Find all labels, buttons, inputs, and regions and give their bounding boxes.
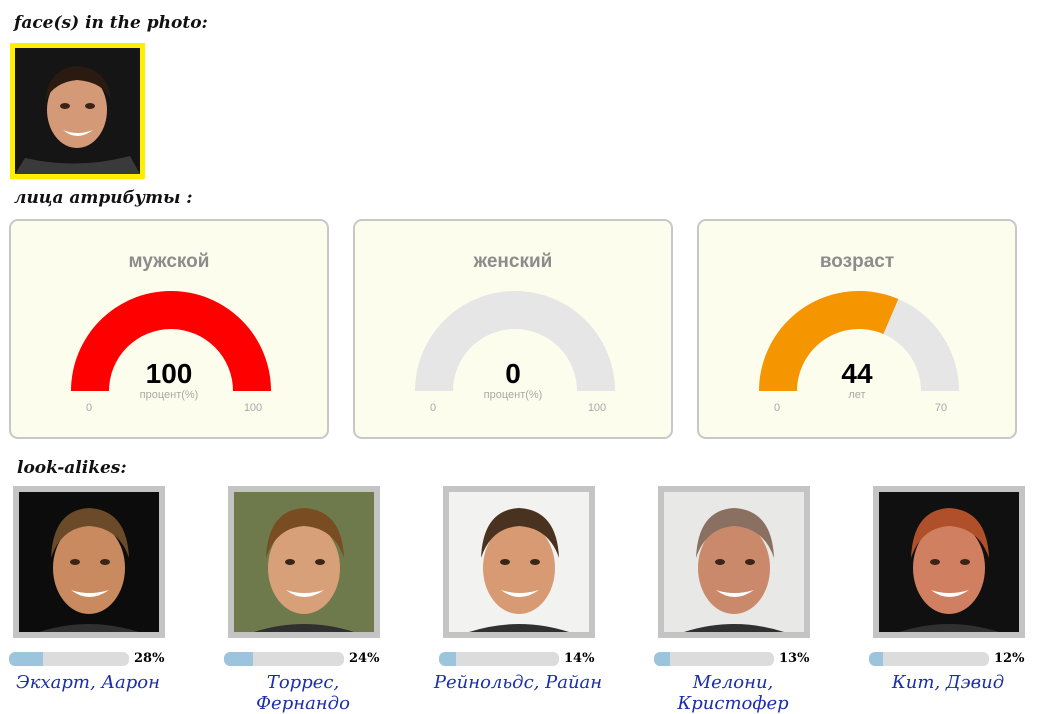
lookalike-card: 14% Рейнольдс, Райан xyxy=(434,486,633,713)
similarity-bar xyxy=(439,652,559,666)
gauge-value: 44 xyxy=(841,358,873,389)
lookalike-photo[interactable] xyxy=(664,492,804,632)
similarity-percent: 28% xyxy=(134,651,165,666)
gauge-dial xyxy=(759,291,959,391)
lookalike-name-link[interactable]: Торрес, Фернандо xyxy=(218,672,388,714)
gauge-value: 0 xyxy=(505,358,521,389)
gauge-dial xyxy=(415,291,615,391)
lookalike-photo[interactable] xyxy=(19,492,159,632)
lookalikes-heading: look-alikes: xyxy=(17,458,127,478)
lookalike-frame[interactable] xyxy=(228,486,380,638)
lookalike-name-link[interactable]: Мелони, Кристофер xyxy=(648,672,818,714)
lookalike-name-link[interactable]: Кит, Дэвид xyxy=(863,672,1033,693)
gauge-male: мужской 100 процент(%) 0 100 xyxy=(9,219,329,439)
gauge-max: 100 xyxy=(243,402,263,414)
similarity-bar xyxy=(224,652,344,666)
lookalike-photo[interactable] xyxy=(879,492,1019,632)
gauge-female: женский 0 процент(%) 0 100 xyxy=(353,219,673,439)
detected-face-thumbnail[interactable] xyxy=(10,43,145,179)
gauge-max: 70 xyxy=(934,402,948,414)
similarity-bar-fill xyxy=(654,652,670,666)
gauge-min: 0 xyxy=(773,402,781,414)
faces-heading: face(s) in the photo: xyxy=(14,13,208,33)
similarity-percent: 12% xyxy=(994,651,1025,666)
similarity-bar-fill xyxy=(224,652,253,666)
lookalike-card: 12% Кит, Дэвид xyxy=(869,486,1050,713)
lookalike-name-link[interactable]: Экхарт, Аарон xyxy=(3,672,173,693)
gauge-unit: процент(%) xyxy=(483,389,543,401)
lookalike-frame[interactable] xyxy=(443,486,595,638)
gauge-min: 0 xyxy=(85,402,93,414)
similarity-bar-fill xyxy=(439,652,456,666)
lookalike-card: 28% Экхарт, Аарон xyxy=(9,486,203,713)
gauge-age: возраст 44 лет 0 70 xyxy=(697,219,1017,439)
lookalike-card: 24% Торрес, Фернандо xyxy=(224,486,418,714)
lookalike-photo[interactable] xyxy=(234,492,374,632)
similarity-bar-fill xyxy=(869,652,884,666)
similarity-bar xyxy=(9,652,129,666)
similarity-bar-fill xyxy=(9,652,43,666)
lookalike-frame[interactable] xyxy=(873,486,1025,638)
lookalike-frame[interactable] xyxy=(658,486,810,638)
similarity-bar xyxy=(869,652,989,666)
similarity-bar xyxy=(654,652,774,666)
face-portrait xyxy=(15,48,140,174)
gauge-unit: процент(%) xyxy=(139,389,199,401)
similarity-percent: 14% xyxy=(564,651,595,666)
gauge-min: 0 xyxy=(429,402,437,414)
lookalike-card: 13% Мелони, Кристофер xyxy=(654,486,848,714)
gauge-value: 100 xyxy=(145,358,193,389)
lookalike-photo[interactable] xyxy=(449,492,589,632)
lookalike-frame[interactable] xyxy=(13,486,165,638)
similarity-percent: 24% xyxy=(349,651,380,666)
gauge-unit: лет xyxy=(848,389,866,401)
attributes-heading: лица атрибуты : xyxy=(14,188,193,208)
lookalike-name-link[interactable]: Рейнольдс, Райан xyxy=(433,672,603,693)
gauge-dial xyxy=(71,290,271,391)
similarity-percent: 13% xyxy=(779,651,810,666)
gauge-max: 100 xyxy=(587,402,607,414)
